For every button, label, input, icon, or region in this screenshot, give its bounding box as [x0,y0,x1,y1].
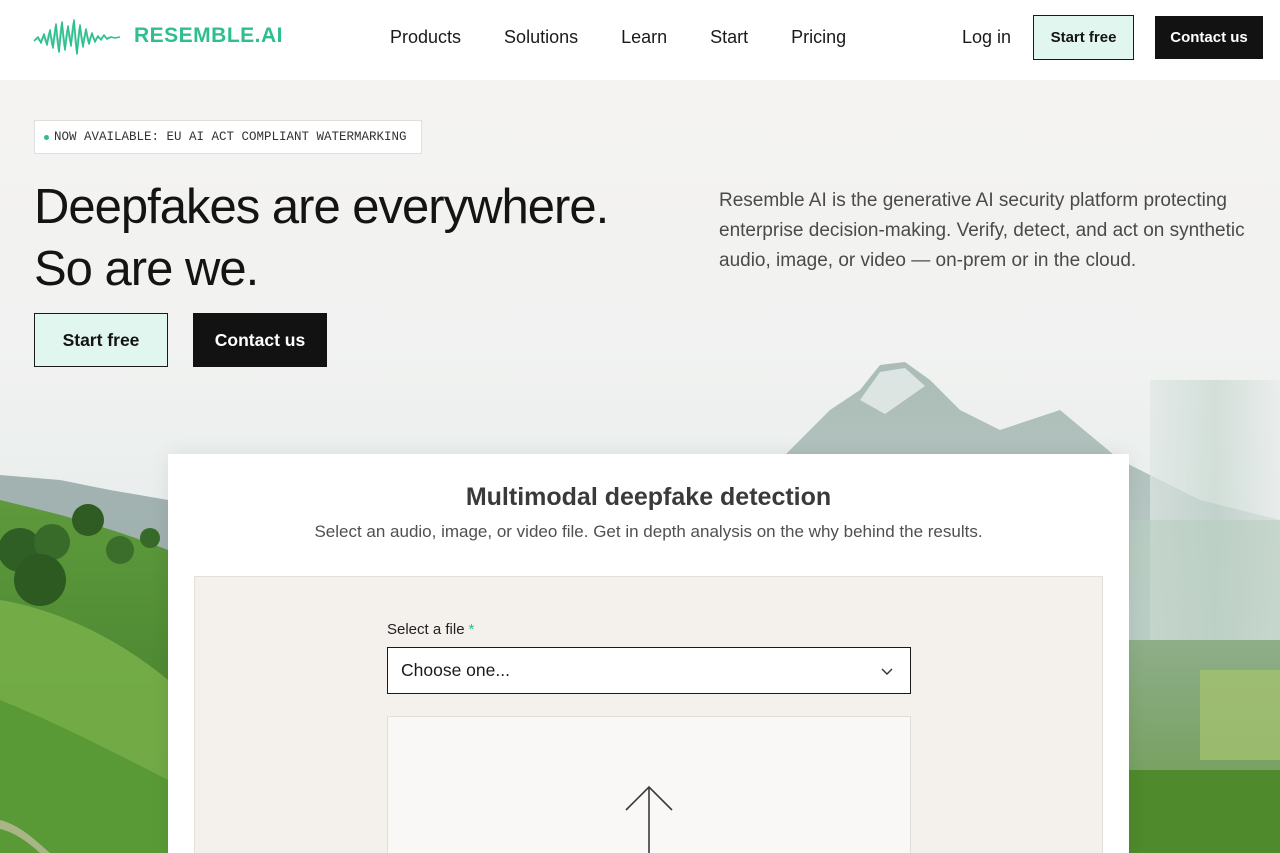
hero-start-free-button[interactable]: Start free [34,313,168,367]
brand-name: RESEMBLE.AI [134,24,284,47]
nav-item-solutions[interactable]: Solutions [504,26,578,48]
required-asterisk: * [468,621,475,638]
top-navigation-bar: RESEMBLE.AI Products Solutions Learn Sta… [0,0,1280,80]
announcement-text: NOW AVAILABLE: EU AI ACT COMPLIANT WATER… [54,130,407,144]
header-contact-button[interactable]: Contact us [1155,16,1263,59]
nav-item-products[interactable]: Products [390,26,461,48]
brand-logo[interactable]: RESEMBLE.AI [32,16,283,56]
deepfake-detection-card: Multimodal deepfake detection Select an … [168,454,1129,853]
primary-nav: Products Solutions Learn Start Pricing [390,26,889,48]
chevron-down-icon [881,668,893,675]
file-type-select-value: Choose one... [401,660,510,680]
file-type-select[interactable]: Choose one... [387,647,911,694]
upload-arrow-icon [625,785,673,853]
login-link[interactable]: Log in [962,26,1011,48]
upload-panel: Select a file * Choose one... [194,576,1103,853]
detection-subtitle: Select an audio, image, or video file. G… [314,522,983,541]
header-start-free-button[interactable]: Start free [1033,15,1134,60]
nav-item-start[interactable]: Start [710,26,748,48]
nav-item-learn[interactable]: Learn [621,26,667,48]
hero-intro-text: Resemble AI is the generative AI securit… [719,190,1245,271]
detection-title: Multimodal deepfake detection [465,483,832,511]
file-field-label: Select a file * [387,621,474,638]
headline-line-1: Deepfakes are everywhere. [34,180,609,234]
hero-contact-button[interactable]: Contact us [193,313,327,367]
headline-line-2: So are we. [34,242,259,296]
announcement-badge[interactable]: NOW AVAILABLE: EU AI ACT COMPLIANT WATER… [34,120,422,154]
nav-item-pricing[interactable]: Pricing [791,26,846,48]
file-dropzone[interactable] [387,716,911,853]
waveform-logo-icon [33,19,121,55]
file-field-label-text: Select a file [387,621,465,638]
hero-headline: Deepfakes are everywhere. So are we. [34,176,609,300]
status-dot-icon [44,134,49,140]
